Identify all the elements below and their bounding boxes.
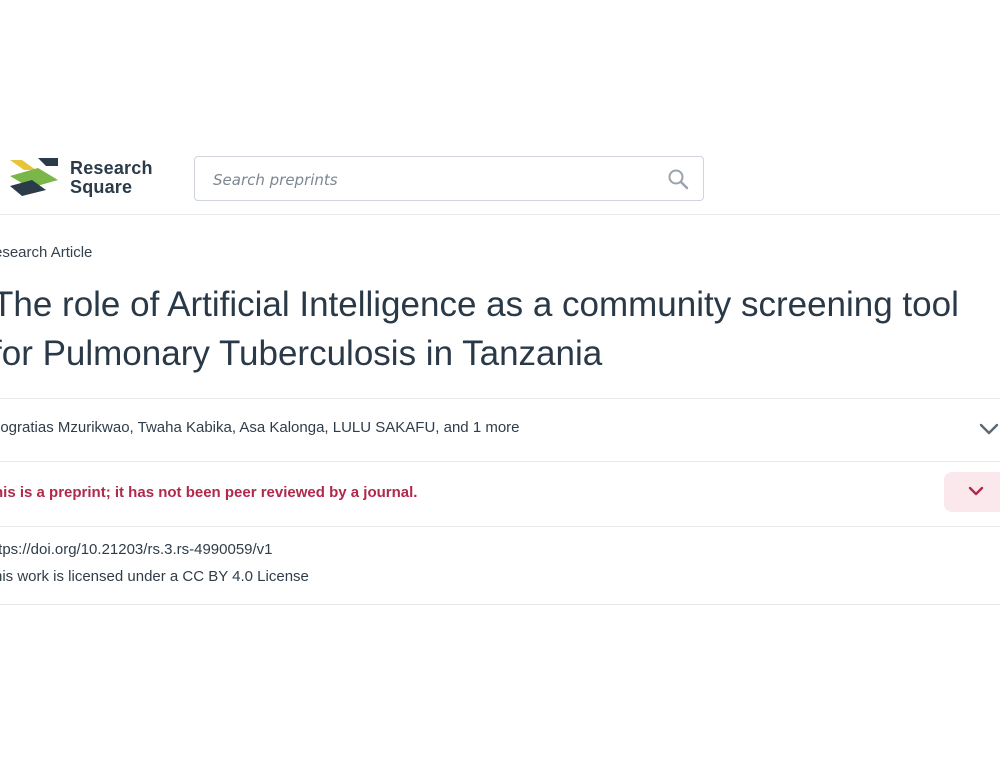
search-input[interactable]: [211, 167, 655, 193]
authors-list: eogratias Mzurikwao, Twaha Kabika, Asa K…: [0, 419, 520, 436]
logo-line-2: Square: [70, 177, 133, 197]
logo-line-1: Research: [70, 158, 153, 178]
logo-mark-icon: [10, 158, 58, 196]
article-title: The role of Artificial Intelligence as a…: [0, 285, 959, 373]
logo-wordmark: Research Square: [70, 159, 153, 197]
license-text: his work is licensed under a CC BY 4.0 L…: [0, 568, 309, 585]
research-square-logo[interactable]: Research Square: [8, 156, 153, 200]
preprint-notice: his is a preprint; it has not been peer …: [0, 484, 418, 501]
preprint-expand-button[interactable]: [944, 472, 1000, 512]
preprint-notice-row: his is a preprint; it has not been peer …: [0, 460, 1000, 527]
site-header: Research Square: [0, 140, 1000, 215]
chevron-down-icon[interactable]: [978, 421, 1000, 437]
doi-link[interactable]: ttps://doi.org/10.21203/rs.3.rs-4990059/…: [0, 541, 273, 558]
article-type-label: esearch Article: [0, 244, 93, 261]
search-box[interactable]: [194, 156, 704, 201]
authors-row[interactable]: eogratias Mzurikwao, Twaha Kabika, Asa K…: [0, 398, 1000, 462]
doi-license-row: ttps://doi.org/10.21203/rs.3.rs-4990059/…: [0, 526, 1000, 605]
search-icon[interactable]: [667, 168, 689, 190]
chevron-down-icon: [968, 486, 984, 496]
